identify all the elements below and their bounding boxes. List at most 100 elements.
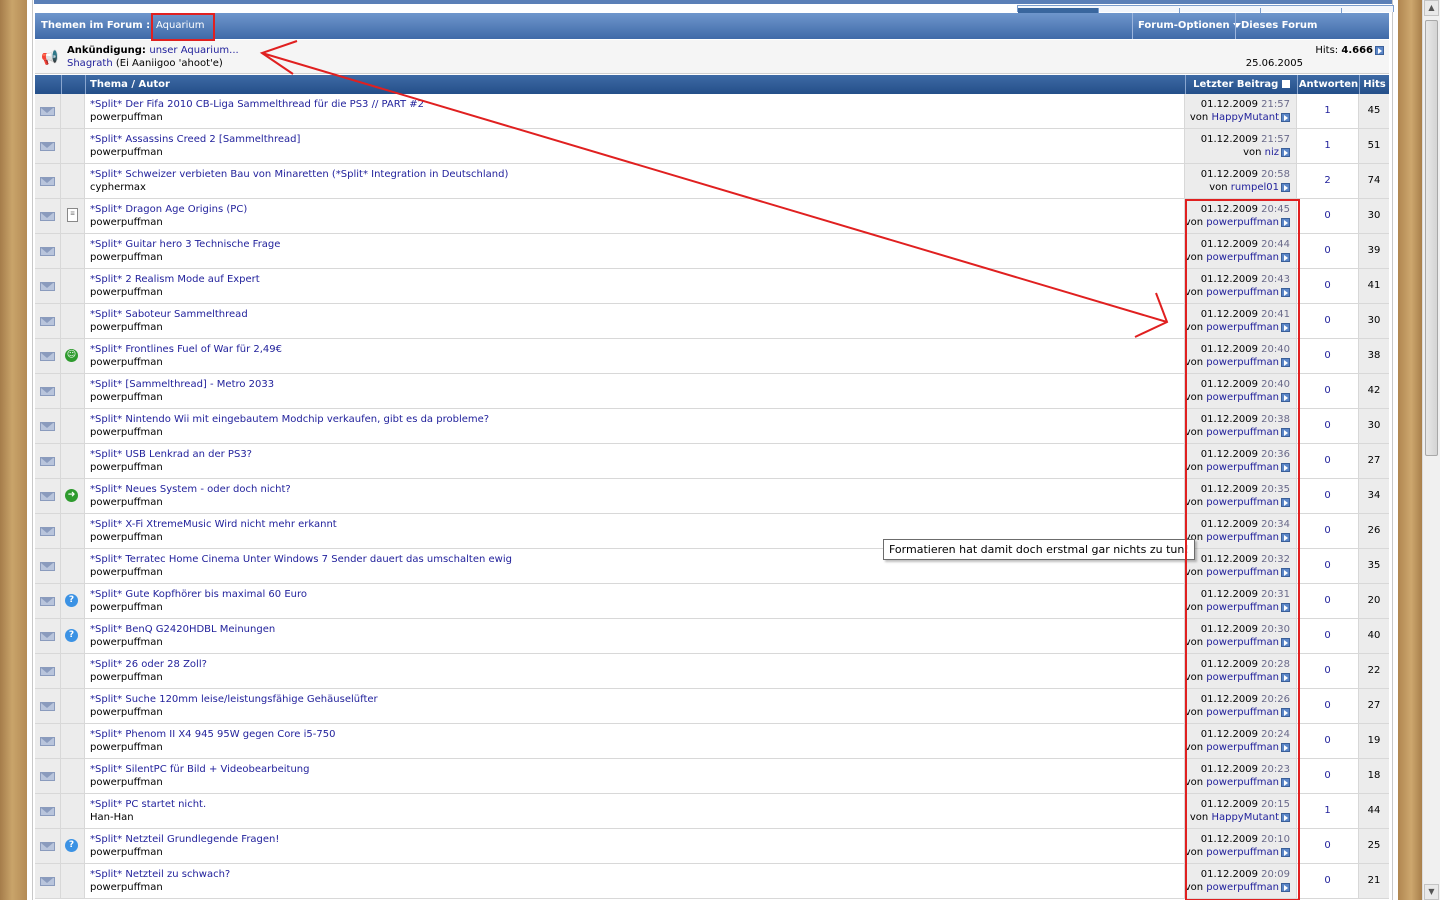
- thread-author[interactable]: powerpuffman: [90, 882, 163, 893]
- thread-title-link[interactable]: *Split* Suche 120mm leise/leistungsfähig…: [90, 694, 378, 705]
- thread-answers[interactable]: 0: [1324, 560, 1330, 571]
- last-post-user-link[interactable]: niz: [1265, 147, 1279, 158]
- header-topic[interactable]: Thema / Autor: [85, 75, 1185, 94]
- goto-last-post-icon[interactable]: [1281, 217, 1290, 227]
- thread-answers[interactable]: 0: [1324, 455, 1330, 466]
- goto-last-post-icon[interactable]: [1281, 112, 1290, 122]
- last-post-user-link[interactable]: powerpuffman: [1206, 742, 1279, 753]
- last-post-user-link[interactable]: powerpuffman: [1206, 882, 1279, 893]
- last-post-user-link[interactable]: powerpuffman: [1206, 777, 1279, 788]
- thread-title-link[interactable]: *Split* Dragon Age Origins (PC): [90, 204, 247, 215]
- thread-title-link[interactable]: *Split* Neues System - oder doch nicht?: [90, 484, 291, 495]
- goto-last-post-icon[interactable]: [1281, 287, 1290, 297]
- thread-author[interactable]: powerpuffman: [90, 777, 163, 788]
- goto-last-post-icon[interactable]: [1281, 497, 1290, 507]
- last-post-user-link[interactable]: powerpuffman: [1206, 392, 1279, 403]
- forum-options-button[interactable]: Forum-Optionen: [1132, 13, 1246, 39]
- thread-author[interactable]: powerpuffman: [90, 287, 163, 298]
- last-post-user-link[interactable]: powerpuffman: [1206, 462, 1279, 473]
- thread-answers[interactable]: 0: [1324, 350, 1330, 361]
- goto-last-post-icon[interactable]: [1281, 427, 1290, 437]
- header-last-post[interactable]: Letzter Beitrag: [1185, 75, 1297, 94]
- goto-last-post-icon[interactable]: [1281, 742, 1290, 752]
- thread-answers[interactable]: 0: [1324, 875, 1330, 886]
- last-post-user-link[interactable]: powerpuffman: [1206, 847, 1279, 858]
- thread-author[interactable]: powerpuffman: [90, 637, 163, 648]
- thread-author[interactable]: powerpuffman: [90, 147, 163, 158]
- thread-title-link[interactable]: *Split* Gute Kopfhörer bis maximal 60 Eu…: [90, 589, 307, 600]
- thread-title-link[interactable]: *Split* Phenom II X4 945 95W gegen Core …: [90, 729, 335, 740]
- thread-answers[interactable]: 0: [1324, 735, 1330, 746]
- thread-answers[interactable]: 0: [1324, 420, 1330, 431]
- last-post-user-link[interactable]: powerpuffman: [1206, 637, 1279, 648]
- thread-author[interactable]: powerpuffman: [90, 707, 163, 718]
- last-post-user-link[interactable]: powerpuffman: [1206, 707, 1279, 718]
- goto-last-post-icon[interactable]: [1281, 672, 1290, 682]
- thread-author[interactable]: powerpuffman: [90, 217, 163, 228]
- forum-name-link[interactable]: Aquarium: [156, 20, 204, 31]
- goto-last-post-icon[interactable]: [1281, 882, 1290, 892]
- last-post-user-link[interactable]: powerpuffman: [1206, 357, 1279, 368]
- header-hits[interactable]: Hits: [1359, 75, 1389, 94]
- announcement-title-link[interactable]: unser Aquarium...: [149, 45, 238, 56]
- thread-author[interactable]: powerpuffman: [90, 602, 163, 613]
- thread-title-link[interactable]: *Split* SilentPC für Bild + Videobearbei…: [90, 764, 310, 775]
- last-post-user-link[interactable]: powerpuffman: [1206, 287, 1279, 298]
- thread-title-link[interactable]: *Split* Der Fifa 2010 CB-Liga Sammelthre…: [90, 99, 424, 110]
- last-post-user-link[interactable]: powerpuffman: [1206, 322, 1279, 333]
- thread-title-link[interactable]: *Split* Terratec Home Cinema Unter Windo…: [90, 554, 512, 565]
- thread-title-link[interactable]: *Split* Frontlines Fuel of War für 2,49€: [90, 344, 282, 355]
- thread-title-link[interactable]: *Split* Schweizer verbieten Bau von Mina…: [90, 169, 508, 180]
- thread-answers[interactable]: 0: [1324, 665, 1330, 676]
- thread-answers[interactable]: 0: [1324, 770, 1330, 781]
- thread-title-link[interactable]: *Split* [Sammelthread] - Metro 2033: [90, 379, 274, 390]
- goto-last-post-icon[interactable]: [1281, 847, 1290, 857]
- thread-author[interactable]: powerpuffman: [90, 532, 163, 543]
- thread-answers[interactable]: 0: [1324, 630, 1330, 641]
- goto-last-post-icon[interactable]: [1281, 567, 1290, 577]
- thread-author[interactable]: cyphermax: [90, 182, 146, 193]
- last-post-user-link[interactable]: powerpuffman: [1206, 602, 1279, 613]
- thread-answers[interactable]: 1: [1324, 105, 1330, 116]
- thread-author[interactable]: powerpuffman: [90, 497, 163, 508]
- thread-author[interactable]: powerpuffman: [90, 847, 163, 858]
- thread-author[interactable]: powerpuffman: [90, 462, 163, 473]
- goto-last-post-icon[interactable]: [1281, 252, 1290, 262]
- last-post-user-link[interactable]: powerpuffman: [1206, 217, 1279, 228]
- thread-author[interactable]: powerpuffman: [90, 322, 163, 333]
- page-navigation-tabs[interactable]: [1017, 5, 1394, 14]
- scroll-up-button[interactable]: ▲: [1424, 0, 1439, 16]
- thread-title-link[interactable]: *Split* Netzteil Grundlegende Fragen!: [90, 834, 279, 845]
- thread-title-link[interactable]: *Split* Assassins Creed 2 [Sammelthread]: [90, 134, 300, 145]
- goto-arrow-icon[interactable]: [1375, 45, 1384, 55]
- goto-last-post-icon[interactable]: [1281, 602, 1290, 612]
- last-post-user-link[interactable]: powerpuffman: [1206, 532, 1279, 543]
- goto-last-post-icon[interactable]: [1281, 357, 1290, 367]
- thread-answers[interactable]: 1: [1324, 140, 1330, 151]
- thread-author[interactable]: Han-Han: [90, 812, 134, 823]
- goto-last-post-icon[interactable]: [1281, 147, 1290, 157]
- last-post-user-link[interactable]: powerpuffman: [1206, 567, 1279, 578]
- thread-author[interactable]: powerpuffman: [90, 567, 163, 578]
- thread-answers[interactable]: 0: [1324, 595, 1330, 606]
- last-post-user-link[interactable]: powerpuffman: [1206, 252, 1279, 263]
- last-post-user-link[interactable]: powerpuffman: [1206, 672, 1279, 683]
- goto-last-post-icon[interactable]: [1281, 322, 1290, 332]
- thread-answers[interactable]: 0: [1324, 210, 1330, 221]
- page-scrollbar[interactable]: ▲ ▼: [1422, 0, 1440, 900]
- thread-title-link[interactable]: *Split* Netzteil zu schwach?: [90, 869, 230, 880]
- thread-author[interactable]: powerpuffman: [90, 357, 163, 368]
- thread-author[interactable]: powerpuffman: [90, 427, 163, 438]
- thread-answers[interactable]: 1: [1324, 805, 1330, 816]
- last-post-user-link[interactable]: powerpuffman: [1206, 497, 1279, 508]
- thread-title-link[interactable]: *Split* BenQ G2420HDBL Meinungen: [90, 624, 275, 635]
- goto-last-post-icon[interactable]: [1281, 777, 1290, 787]
- last-post-user-link[interactable]: powerpuffman: [1206, 427, 1279, 438]
- header-answers[interactable]: Antworten: [1297, 75, 1359, 94]
- thread-answers[interactable]: 0: [1324, 840, 1330, 851]
- forum-search-button[interactable]: Dieses Forum durchsuchen: [1235, 13, 1389, 57]
- scroll-thumb[interactable]: [1425, 20, 1438, 456]
- thread-author[interactable]: powerpuffman: [90, 672, 163, 683]
- thread-title-link[interactable]: *Split* 2 Realism Mode auf Expert: [90, 274, 260, 285]
- thread-answers[interactable]: 0: [1324, 700, 1330, 711]
